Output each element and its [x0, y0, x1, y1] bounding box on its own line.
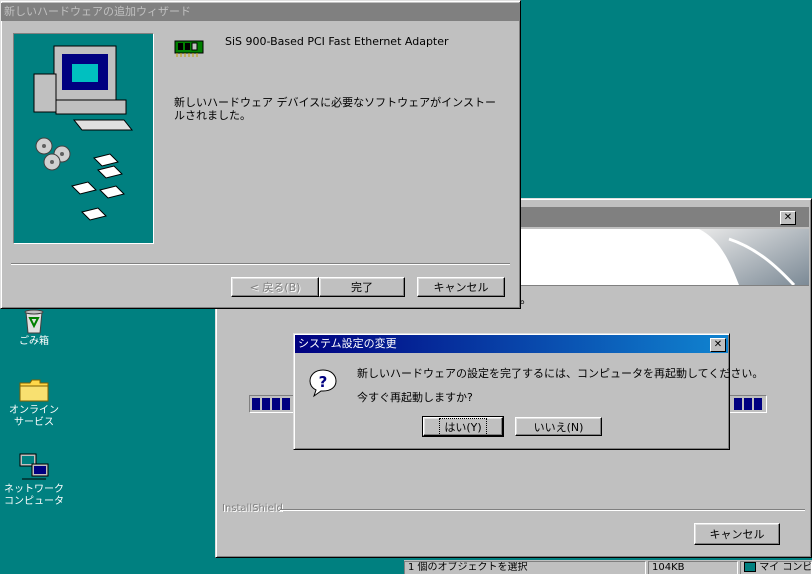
question-icon: ?	[308, 368, 338, 398]
finish-button[interactable]: 完了	[319, 277, 405, 297]
network-card-icon	[173, 39, 207, 59]
yes-button[interactable]: はい(Y)	[422, 416, 504, 437]
banner-graphic	[699, 229, 809, 285]
explorer-status-bar: 1 個のオブジェクトを選択 104KB マイ コンピュータ	[404, 560, 812, 574]
status-size: 104KB	[648, 561, 738, 574]
my-computer-icon	[744, 562, 756, 572]
computer-setup-icon	[33, 45, 134, 221]
status-selection: 1 個のオブジェクトを選択	[404, 561, 646, 574]
desktop-icon-online-services[interactable]: オンライン サービス	[4, 377, 64, 429]
installer-close-button[interactable]: ✕	[780, 211, 796, 225]
hardware-wizard-window: 新しいハードウェアの追加ウィザード SiS 900-Based PCI Fast…	[0, 0, 521, 309]
desktop-icon-label: オンライン サービス	[9, 405, 59, 428]
installer-cancel-button[interactable]: キャンセル	[694, 523, 780, 545]
system-settings-dialog: システム設定の変更 ✕ ? 新しいハードウェアの設定を完了するには、コンピュータ…	[293, 333, 763, 450]
back-button[interactable]: < 戻る(B)	[231, 277, 319, 297]
wizard-titlebar: 新しいハードウェアの追加ウィザード	[1, 3, 520, 21]
wizard-cancel-button[interactable]: キャンセル	[417, 277, 505, 297]
desktop-icon-label: ごみ箱	[19, 336, 49, 347]
wizard-message: 新しいハードウェア デバイスに必要なソフトウェアがインストールされました。	[174, 96, 496, 122]
status-location-label: マイ コンピュータ	[759, 562, 812, 573]
installshield-brand: InstallShield	[222, 503, 283, 514]
no-button[interactable]: いいえ(N)	[515, 417, 602, 436]
status-location: マイ コンピュータ	[740, 561, 812, 574]
device-name: SiS 900-Based PCI Fast Ethernet Adapter	[225, 35, 449, 48]
installer-dot-text: 。	[520, 292, 533, 306]
network-computer-icon	[18, 452, 50, 482]
dialog-close-button[interactable]: ✕	[710, 338, 726, 352]
dialog-line-2: 今すぐ再起動しますか?	[357, 391, 473, 404]
folder-icon	[18, 377, 50, 403]
yes-button-label: はい(Y)	[439, 418, 487, 436]
dialog-line-1: 新しいハードウェアの設定を完了するには、コンピュータを再起動してください。	[357, 367, 764, 380]
wizard-side-image	[13, 33, 154, 244]
recycle-bin-icon	[20, 308, 48, 334]
desktop-icon-label: ネットワーク コンピュータ	[4, 484, 64, 507]
svg-text:?: ?	[319, 373, 328, 391]
desktop-icon-recycle-bin[interactable]: ごみ箱	[4, 308, 64, 348]
dialog-titlebar: システム設定の変更	[295, 335, 728, 353]
desktop-icon-network[interactable]: ネットワーク コンピュータ	[4, 452, 64, 508]
